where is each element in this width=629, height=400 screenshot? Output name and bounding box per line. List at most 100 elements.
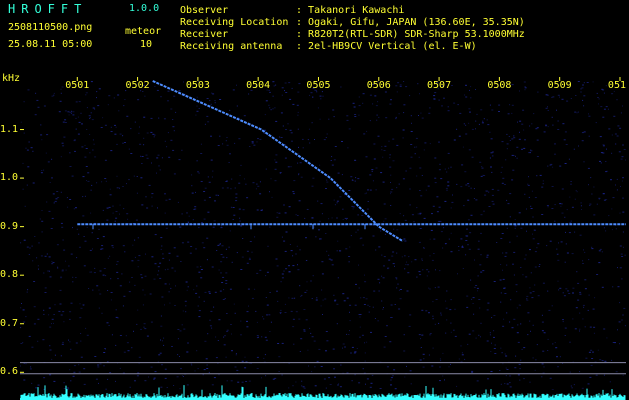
noise-speckle	[561, 203, 563, 205]
noise-speckle	[605, 106, 608, 108]
noise-speckle	[465, 124, 467, 126]
noise-speckle	[580, 91, 582, 93]
noise-speckle	[178, 159, 181, 161]
noise-speckle	[602, 89, 605, 91]
noise-speckle	[374, 95, 377, 97]
noise-speckle	[86, 226, 88, 228]
noise-speckle	[23, 132, 25, 134]
noise-speckle	[390, 174, 392, 176]
noise-speckle	[80, 340, 82, 342]
noise-speckle	[283, 270, 285, 272]
noise-speckle	[579, 330, 580, 332]
noise-speckle	[322, 95, 324, 97]
noise-speckle	[404, 268, 406, 270]
noise-speckle	[389, 166, 392, 168]
noise-speckle	[309, 142, 311, 144]
noise-speckle	[217, 244, 220, 246]
noise-speckle	[103, 268, 106, 269]
noise-speckle	[36, 99, 39, 101]
noise-speckle	[580, 205, 582, 207]
noise-speckle	[78, 233, 80, 235]
noise-speckle	[406, 261, 407, 263]
noise-speckle	[141, 156, 144, 157]
noise-speckle	[429, 288, 431, 290]
noise-speckle	[206, 115, 209, 117]
noise-speckle	[382, 277, 385, 279]
noise-speckle	[526, 298, 528, 300]
noise-speckle	[107, 257, 109, 259]
noise-speckle	[321, 261, 324, 263]
noise-speckle	[372, 235, 375, 237]
noise-speckle	[423, 248, 425, 249]
noise-speckle	[130, 128, 132, 130]
noise-speckle	[362, 102, 364, 104]
noise-speckle	[509, 241, 511, 243]
noise-speckle	[303, 309, 306, 310]
noise-speckle	[61, 86, 64, 88]
noise-speckle	[235, 354, 237, 356]
noise-speckle	[396, 229, 399, 231]
noise-speckle	[181, 149, 183, 151]
noise-speckle	[493, 348, 496, 349]
noise-speckle	[96, 91, 98, 93]
noise-speckle	[615, 228, 617, 230]
noise-speckle	[369, 189, 372, 191]
noise-speckle	[518, 363, 521, 365]
noise-speckle	[592, 81, 594, 83]
noise-speckle	[611, 208, 613, 210]
noise-speckle	[225, 283, 228, 284]
noise-speckle	[375, 189, 377, 191]
noise-speckle	[151, 162, 152, 164]
noise-speckle	[131, 260, 134, 262]
x-tick-label: 0502	[126, 80, 150, 91]
noise-speckle	[238, 117, 240, 119]
noise-speckle	[356, 348, 358, 349]
noise-speckle	[502, 269, 503, 271]
noise-speckle	[354, 180, 356, 182]
noise-speckle	[117, 94, 120, 96]
noise-speckle	[414, 259, 417, 261]
noise-speckle	[591, 358, 594, 359]
noise-speckle	[386, 325, 388, 327]
noise-speckle	[307, 349, 309, 351]
noise-speckle	[173, 173, 176, 175]
noise-speckle	[461, 354, 464, 356]
noise-speckle	[321, 213, 323, 215]
noise-speckle	[334, 204, 336, 206]
noise-speckle	[534, 197, 537, 198]
noise-speckle	[240, 334, 242, 336]
noise-speckle	[262, 316, 264, 318]
noise-speckle	[92, 289, 94, 291]
noise-speckle	[602, 145, 605, 147]
noise-speckle	[325, 331, 328, 332]
noise-speckle	[462, 146, 464, 148]
noise-speckle	[418, 334, 421, 336]
noise-speckle	[565, 288, 568, 290]
noise-speckle	[475, 120, 477, 122]
noise-speckle	[465, 96, 468, 98]
noise-speckle	[315, 299, 318, 301]
noise-speckle	[226, 257, 228, 259]
noise-speckle	[384, 336, 387, 337]
noise-speckle	[590, 349, 593, 351]
noise-speckle	[79, 303, 81, 305]
noise-speckle	[509, 193, 512, 195]
noise-speckle	[352, 206, 355, 208]
noise-speckle	[103, 352, 106, 353]
noise-speckle	[396, 144, 399, 146]
noise-speckle	[101, 181, 103, 183]
noise-speckle	[438, 99, 440, 101]
noise-speckle	[599, 136, 602, 138]
noise-speckle	[299, 249, 301, 251]
noise-speckle	[358, 105, 361, 107]
noise-speckle	[311, 185, 314, 187]
noise-speckle	[232, 219, 234, 220]
noise-speckle	[450, 364, 451, 365]
noise-speckle	[464, 94, 466, 96]
noise-speckle	[563, 295, 566, 297]
noise-speckle	[104, 124, 107, 126]
noise-speckle	[349, 320, 351, 322]
noise-speckle	[536, 344, 538, 346]
noise-speckle	[28, 141, 30, 143]
noise-speckle	[175, 111, 177, 113]
